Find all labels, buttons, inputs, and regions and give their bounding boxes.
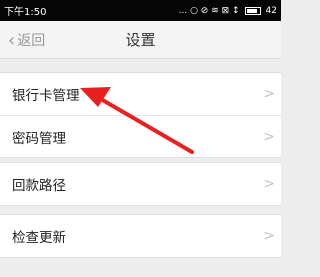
annotation-arrow-shaft [92,93,194,154]
annotation-arrow [80,87,194,154]
